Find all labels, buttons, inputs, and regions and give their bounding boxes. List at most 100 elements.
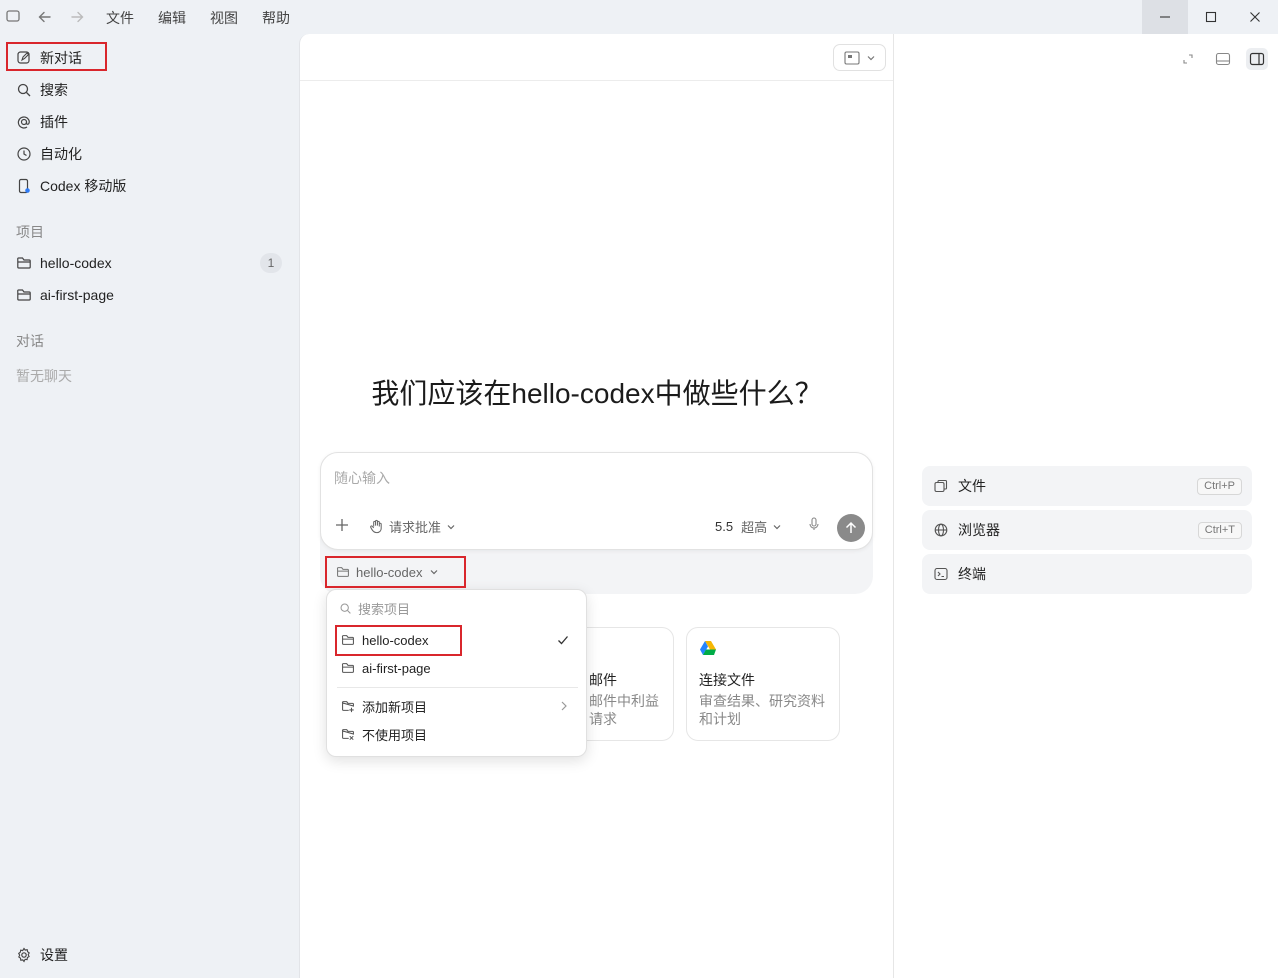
open-terminal-button[interactable]: 终端	[922, 554, 1252, 594]
bottom-panel-toggle[interactable]	[1212, 48, 1234, 70]
card-title: 连接文件	[699, 672, 755, 688]
chats-section-label: 对话	[16, 333, 44, 349]
chevron-down-icon	[867, 55, 874, 60]
window-layout-icon	[843, 50, 860, 65]
sidebar-item-label: 插件	[40, 114, 68, 130]
minimize-button[interactable]	[1142, 0, 1188, 34]
card-description: 审查结果、研究资料和计划	[699, 693, 825, 727]
main-panel: 我们应该在hello-codex中做些什么？ 随心输入 请求批准 5.5 超高 …	[299, 34, 894, 978]
chevron-right-icon	[561, 701, 567, 711]
sidebar-item-label: 自动化	[40, 146, 82, 162]
globe-icon	[934, 523, 948, 537]
microphone-button[interactable]	[807, 517, 821, 531]
rp-item-label: 终端	[958, 566, 986, 582]
at-icon	[16, 114, 32, 130]
drive-icon	[699, 640, 717, 656]
title-bar: 文件 编辑 视图 帮助	[0, 0, 1278, 34]
main-header	[300, 34, 894, 81]
sidebar-item-label: Codex 移动版	[40, 178, 127, 194]
page-title: 我们应该在hello-codex中做些什么？	[371, 378, 823, 409]
project-search-input[interactable]: 搜索项目	[339, 599, 410, 618]
panel-bottom-icon	[1215, 52, 1231, 66]
close-icon	[1250, 12, 1260, 22]
folder-icon	[341, 661, 355, 675]
folder-remove-icon	[341, 727, 355, 741]
back-arrow-icon[interactable]	[36, 8, 54, 26]
project-label: ai-first-page	[40, 287, 114, 303]
composer-input[interactable]: 随心输入	[334, 468, 390, 488]
composer[interactable]: 随心输入 请求批准 5.5 超高	[320, 452, 873, 550]
project-selector[interactable]: hello-codex	[328, 558, 447, 586]
shortcut-badge: Ctrl+T	[1197, 522, 1242, 539]
panel-right-icon	[1249, 52, 1265, 66]
sidebar-project-hello-codex[interactable]: hello-codex 1	[8, 249, 290, 277]
search-icon	[16, 82, 32, 98]
search-placeholder: 搜索项目	[358, 602, 411, 617]
suggestion-card-connect-files[interactable]: 连接文件 审查结果、研究资料和计划	[686, 627, 840, 741]
sidebar-toggle-icon[interactable]	[5, 8, 23, 26]
edit-icon	[16, 50, 32, 66]
dropdown-item-label: hello-codex	[362, 632, 429, 648]
model-version: 5.5	[715, 519, 734, 534]
right-panel: 文件 Ctrl+P 浏览器 Ctrl+T 终端	[893, 34, 1278, 978]
gear-icon	[16, 947, 32, 963]
hand-icon	[370, 519, 382, 534]
sidebar-item-automation[interactable]: 自动化	[8, 140, 290, 168]
model-dropdown[interactable]: 5.5 超高	[715, 517, 782, 536]
arrow-up-icon	[845, 521, 857, 533]
chevron-down-icon	[773, 524, 781, 529]
project-label: hello-codex	[40, 255, 112, 271]
card-title: 邮件	[589, 672, 617, 688]
dropdown-item-ai-first-page[interactable]: ai-first-page	[335, 655, 580, 681]
no-project-item[interactable]: 不使用项目	[335, 721, 580, 747]
new-chat-button[interactable]: 新对话	[8, 44, 290, 72]
maximize-button[interactable]	[1188, 0, 1234, 34]
menu-view[interactable]: 视图	[210, 8, 238, 28]
approval-mode-label: 请求批准	[389, 520, 442, 535]
plus-icon	[336, 519, 348, 531]
microphone-icon	[809, 517, 819, 530]
forward-arrow-icon[interactable]	[68, 8, 86, 26]
menu-file[interactable]: 文件	[106, 8, 134, 28]
chats-empty-label: 暂无聊天	[16, 368, 72, 384]
menu-help[interactable]: 帮助	[262, 8, 290, 28]
dropdown-item-label: 不使用项目	[362, 727, 428, 743]
side-panel-toggle[interactable]	[1246, 48, 1268, 70]
open-files-button[interactable]: 文件 Ctrl+P	[922, 466, 1252, 506]
dropdown-item-label: 添加新项目	[362, 699, 428, 715]
sidebar-item-plugins[interactable]: 插件	[8, 108, 290, 136]
layout-dropdown-button[interactable]	[833, 44, 886, 71]
rp-item-label: 浏览器	[958, 522, 1000, 538]
project-count-badge: 1	[260, 253, 282, 273]
folder-icon	[16, 255, 32, 271]
search-icon	[340, 603, 351, 614]
folder-add-icon	[341, 699, 355, 713]
dropdown-divider	[337, 687, 578, 688]
approval-mode-dropdown[interactable]: 请求批准	[369, 517, 456, 536]
sidebar-item-mobile[interactable]: Codex 移动版	[8, 172, 290, 200]
settings-button[interactable]: 设置	[8, 941, 290, 969]
sidebar: 新对话 搜索 插件 自动化 Codex 移动版 项目 hello-codex 1	[0, 34, 299, 978]
maximize-icon	[1205, 11, 1217, 23]
dropdown-item-label: ai-first-page	[362, 660, 431, 676]
reasoning-effort: 超高	[741, 520, 768, 535]
add-attachment-button[interactable]	[334, 517, 350, 533]
chevron-down-icon	[447, 524, 455, 529]
folder-icon	[336, 567, 349, 577]
add-new-project-item[interactable]: 添加新项目	[335, 693, 580, 719]
checkmark-icon	[558, 636, 568, 645]
open-browser-button[interactable]: 浏览器 Ctrl+T	[922, 510, 1252, 550]
clock-icon	[16, 146, 32, 162]
sidebar-project-ai-first-page[interactable]: ai-first-page	[8, 281, 290, 309]
files-icon	[934, 479, 948, 493]
sidebar-item-search[interactable]: 搜索	[8, 76, 290, 104]
rp-item-label: 文件	[958, 478, 986, 494]
expand-button[interactable]	[1177, 48, 1199, 70]
menu-edit[interactable]: 编辑	[158, 8, 186, 28]
folder-icon	[341, 633, 355, 647]
dropdown-item-hello-codex[interactable]: hello-codex	[335, 627, 580, 653]
close-button[interactable]	[1232, 0, 1278, 34]
projects-section-label: 项目	[16, 224, 44, 240]
terminal-icon	[934, 567, 948, 581]
send-button[interactable]	[837, 514, 865, 542]
